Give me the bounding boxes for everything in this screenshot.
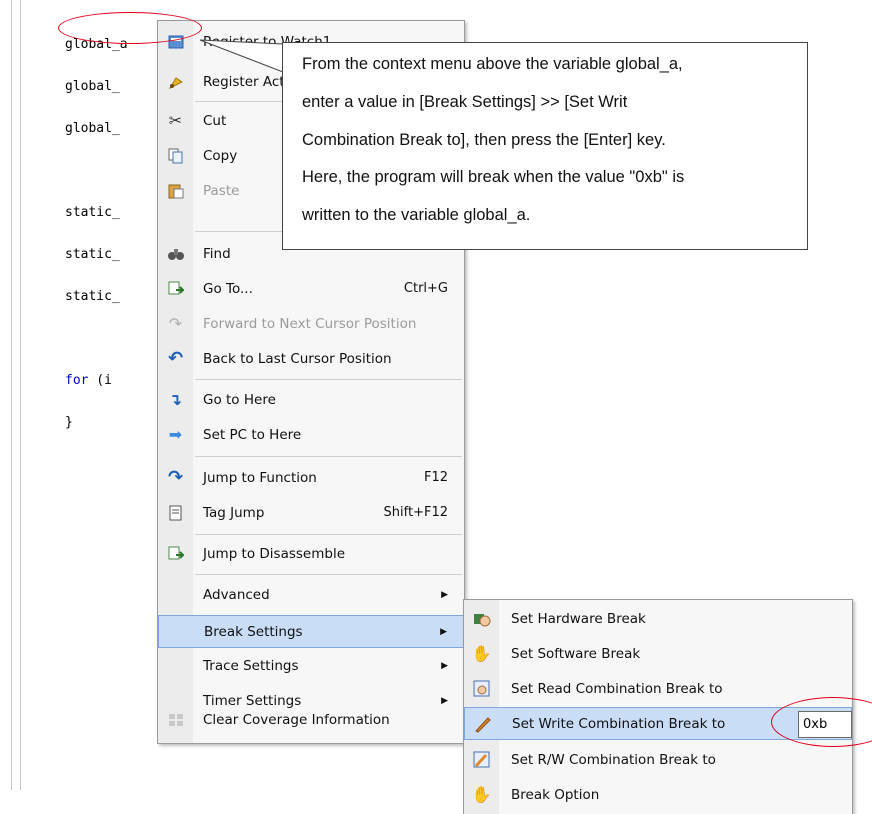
menu-item-jump-function[interactable]: ↷ Jump to Function F12 bbox=[158, 461, 464, 494]
callout-text-line: Combination Break to], then press the [E… bbox=[302, 131, 666, 149]
paste-icon bbox=[158, 183, 193, 199]
code-line[interactable]: static_ bbox=[65, 206, 128, 220]
scissors-icon: ✂ bbox=[168, 111, 183, 130]
submenu-arrow-icon: ▶ bbox=[441, 589, 448, 600]
code-line[interactable]: for (i bbox=[65, 374, 128, 388]
menu-separator bbox=[195, 379, 462, 380]
menu-separator bbox=[195, 534, 462, 535]
menu-item-back-cursor[interactable]: ↶ Back to Last Cursor Position bbox=[158, 342, 464, 375]
menu-item-shortcut: Shift+F12 bbox=[383, 505, 448, 520]
back-icon: ↶ bbox=[167, 348, 184, 369]
menu-item-go-to[interactable]: Go To... Ctrl+G bbox=[158, 272, 464, 305]
break-option-icon: ✋ bbox=[471, 785, 492, 804]
menu-item-label: Set Hardware Break bbox=[511, 610, 646, 627]
instruction-callout: From the context menu above the variable… bbox=[282, 42, 808, 250]
menu-item-label: Go to Here bbox=[203, 391, 276, 408]
code-line[interactable]: global_ bbox=[65, 122, 128, 136]
code-line[interactable]: static_ bbox=[65, 248, 128, 262]
set-pc-icon: ➡ bbox=[168, 425, 183, 444]
source-code[interactable]: global_a global_ global_ static_ static_… bbox=[65, 10, 128, 444]
goto-icon bbox=[158, 281, 193, 297]
menu-item-label: Break Option bbox=[511, 786, 600, 803]
code-line[interactable]: } bbox=[65, 416, 128, 430]
submenu-item-software-break[interactable]: ✋ Set Software Break bbox=[464, 637, 852, 670]
rw-break-icon bbox=[464, 751, 499, 769]
submenu-item-break-option[interactable]: ✋ Break Option bbox=[464, 778, 852, 811]
menu-separator bbox=[195, 574, 462, 575]
submenu-item-read-combination-break[interactable]: Set Read Combination Break to bbox=[464, 672, 852, 705]
menu-item-tag-jump[interactable]: Tag Jump Shift+F12 bbox=[158, 496, 464, 529]
menu-item-label: Set PC to Here bbox=[203, 426, 302, 443]
menu-item-label: Clear Coverage Information bbox=[203, 711, 390, 728]
disassemble-icon bbox=[158, 546, 193, 562]
tag-jump-icon bbox=[158, 505, 193, 521]
hardware-break-icon bbox=[464, 610, 499, 628]
submenu-arrow-icon: ▶ bbox=[441, 660, 448, 671]
forward-icon: ↷ bbox=[168, 314, 183, 333]
editor-gutter-line bbox=[11, 0, 12, 790]
menu-item-advanced[interactable]: Advanced ▶ bbox=[158, 578, 464, 611]
menu-item-label: Forward to Next Cursor Position bbox=[203, 315, 417, 332]
code-line[interactable]: global_ bbox=[65, 80, 128, 94]
coverage-icon bbox=[158, 712, 193, 728]
action-event-icon bbox=[158, 73, 193, 91]
menu-item-label: Back to Last Cursor Position bbox=[203, 350, 392, 367]
callout-text-line: written to the variable global_a. bbox=[302, 206, 531, 224]
code-line[interactable]: static_ bbox=[65, 290, 128, 304]
menu-item-clear-coverage[interactable]: Clear Coverage Information bbox=[158, 703, 464, 736]
menu-item-label: Advanced bbox=[203, 586, 270, 603]
go-here-icon: ↴ bbox=[168, 390, 183, 409]
menu-item-go-to-here[interactable]: ↴ Go to Here bbox=[158, 383, 464, 416]
editor-gutter-line bbox=[20, 0, 21, 790]
highlight-oval-variable bbox=[58, 12, 202, 44]
software-break-icon: ✋ bbox=[471, 644, 492, 663]
binoculars-icon bbox=[158, 246, 193, 262]
menu-item-forward-cursor[interactable]: ↷ Forward to Next Cursor Position bbox=[158, 307, 464, 340]
menu-item-jump-disassemble[interactable]: Jump to Disassemble bbox=[158, 537, 464, 570]
menu-item-shortcut: F12 bbox=[423, 470, 448, 485]
menu-item-label: Jump to Disassemble bbox=[203, 545, 345, 562]
menu-item-label: Trace Settings bbox=[203, 657, 299, 674]
callout-text-line: enter a value in [Break Settings] >> [Se… bbox=[302, 93, 628, 111]
read-break-icon bbox=[464, 680, 499, 698]
write-break-icon bbox=[465, 715, 500, 733]
menu-item-set-pc[interactable]: ➡ Set PC to Here bbox=[158, 418, 464, 451]
menu-item-shortcut: Ctrl+G bbox=[403, 281, 448, 296]
menu-item-trace-settings[interactable]: Trace Settings ▶ bbox=[158, 649, 464, 682]
menu-item-label: Set R/W Combination Break to bbox=[511, 751, 716, 768]
menu-separator bbox=[195, 456, 462, 457]
copy-icon bbox=[158, 148, 193, 164]
menu-item-break-settings[interactable]: Break Settings ▶ bbox=[158, 615, 464, 648]
jump-function-icon: ↷ bbox=[167, 467, 184, 488]
code-text: (i bbox=[88, 373, 112, 388]
for-keyword: for bbox=[65, 373, 89, 388]
menu-item-label: Set Software Break bbox=[511, 645, 641, 662]
menu-item-label: Set Read Combination Break to bbox=[511, 680, 723, 697]
callout-text-line: Here, the program will break when the va… bbox=[302, 168, 685, 186]
callout-text-line: From the context menu above the variable… bbox=[302, 55, 683, 73]
submenu-item-hardware-break[interactable]: Set Hardware Break bbox=[464, 602, 852, 635]
submenu-arrow-icon: ▶ bbox=[440, 626, 447, 637]
menu-item-label: Break Settings bbox=[204, 623, 303, 640]
submenu-item-rw-combination-break[interactable]: Set R/W Combination Break to bbox=[464, 743, 852, 776]
